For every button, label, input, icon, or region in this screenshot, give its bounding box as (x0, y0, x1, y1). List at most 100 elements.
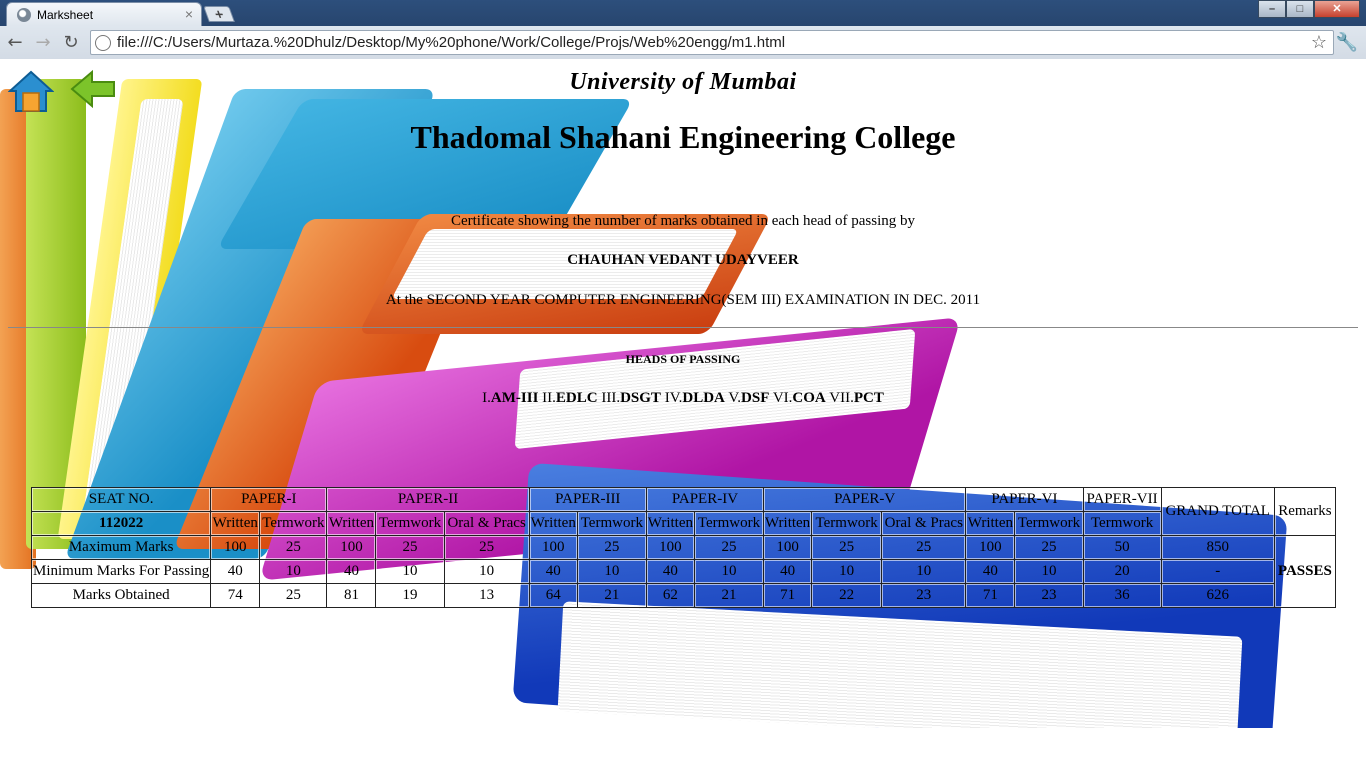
table-cell: 71 (763, 583, 813, 608)
seat-label: SEAT NO. (30, 487, 212, 512)
head-name: EDLC (555, 390, 598, 406)
table-cell: 74 (210, 583, 261, 608)
head-number: IV. (664, 390, 683, 406)
table-cell: 81 (326, 583, 377, 608)
head-number: VI. (772, 390, 793, 406)
table-cell: 10 (443, 559, 530, 584)
exam-line: At the SECOND YEAR COMPUTER ENGINEERING(… (385, 292, 981, 308)
heads-of-passing-list: I.AM-III II.EDLC III.DSGT IV.DLDA V.DSF … (0, 390, 1366, 407)
college-name: Thadomal Shahani Engineering College (410, 119, 956, 155)
subheader-cell: Written (763, 511, 813, 536)
table-cell: 25 (1014, 535, 1084, 560)
plus-icon: + (211, 6, 227, 22)
table-cell: 40 (763, 559, 813, 584)
window-controls: – □ ✕ (1258, 0, 1360, 18)
table-cell: 19 (375, 583, 445, 608)
table-cell: 40 (210, 559, 261, 584)
close-window-button[interactable]: ✕ (1314, 0, 1360, 18)
subheader-cell: Written (210, 511, 261, 536)
subheader-cell: Written (326, 511, 377, 536)
page-viewport: University of Mumbai Thadomal Shahani En… (0, 59, 1366, 728)
table-cell: 10 (576, 559, 647, 584)
table-cell: 20 (1082, 559, 1162, 584)
total-cell: - (1160, 559, 1275, 584)
maximize-button[interactable]: □ (1286, 0, 1314, 18)
table-cell: 40 (326, 559, 377, 584)
subheader-cell: Termwork (1014, 511, 1084, 536)
paper-header: PAPER-IV (645, 487, 765, 512)
table-cell: 10 (375, 559, 445, 584)
table-cell: 40 (528, 559, 578, 584)
paper-header: PAPER-VII (1082, 487, 1162, 512)
table-cell: 40 (645, 559, 695, 584)
row-label: Maximum Marks (30, 535, 212, 560)
subheader-cell: Written (528, 511, 578, 536)
table-cell: 50 (1082, 535, 1162, 560)
bookmark-star-icon[interactable]: ☆ (1311, 32, 1327, 53)
table-subheader-row: 112022 Written Termwork Written Termwork… (30, 511, 1336, 536)
table-cell: 25 (375, 535, 445, 560)
paper-header: PAPER-II (326, 487, 530, 512)
subheader-cell: Termwork (693, 511, 765, 536)
total-cell: 850 (1160, 535, 1275, 560)
table-cell: 100 (528, 535, 578, 560)
table-cell: 25 (881, 535, 967, 560)
student-name: CHAUHAN VEDANT UDAYVEER (567, 252, 799, 268)
head-name: DSF (741, 390, 770, 406)
table-cell: 25 (576, 535, 647, 560)
tab-title: Marksheet (37, 8, 94, 22)
result-remark: PASSES (1273, 535, 1337, 608)
table-cell: 64 (528, 583, 578, 608)
url-text[interactable]: file:///C:/Users/Murtaza.%20Dhulz/Deskto… (117, 34, 785, 51)
back-button[interactable]: ← (4, 32, 26, 54)
title-bar: Marksheet × + – □ ✕ (0, 0, 1366, 26)
table-cell: 71 (965, 583, 1016, 608)
head-number: I. (482, 390, 491, 406)
head-number: VII. (829, 390, 854, 406)
table-cell: 13 (443, 583, 530, 608)
tab-close-icon[interactable]: × (185, 6, 193, 22)
head-number: V. (728, 390, 742, 406)
wrench-menu-icon[interactable]: 🔧 (1336, 32, 1358, 53)
page-favicon-icon (17, 8, 31, 22)
table-cell: 40 (965, 559, 1016, 584)
table-cell: 10 (1014, 559, 1084, 584)
subheader-cell: Written (965, 511, 1016, 536)
table-cell: 25 (259, 535, 328, 560)
subheader-cell: Oral & Pracs (881, 511, 967, 536)
browser-tab[interactable]: Marksheet × (6, 2, 202, 26)
table-cell: 23 (881, 583, 967, 608)
paper-header: PAPER-V (763, 487, 967, 512)
new-tab-button[interactable]: + (203, 6, 235, 22)
head-name: COA (792, 390, 826, 406)
total-cell: 626 (1160, 583, 1275, 608)
university-name: University of Mumbai (569, 69, 797, 95)
subheader-cell: Termwork (259, 511, 328, 536)
minimize-button[interactable]: – (1258, 0, 1286, 18)
head-name: PCT (853, 390, 884, 406)
grand-total-header: GRAND TOTAL (1160, 487, 1275, 536)
table-cell: 25 (259, 583, 328, 608)
marks-table: SEAT NO. PAPER-I PAPER-II PAPER-III PAPE… (30, 487, 1337, 608)
subheader-cell: Termwork (811, 511, 883, 536)
table-cell: 21 (693, 583, 765, 608)
table-cell: 22 (811, 583, 883, 608)
remarks-header: Remarks (1273, 487, 1337, 536)
row-label: Marks Obtained (30, 583, 212, 608)
head-name: DSGT (620, 390, 661, 406)
browser-toolbar: ← → ↻ file:///C:/Users/Murtaza.%20Dhulz/… (0, 26, 1366, 59)
browser-chrome: Marksheet × + – □ ✕ ← → ↻ file:///C:/Use… (0, 0, 1366, 59)
forward-button[interactable]: → (32, 32, 54, 54)
table-cell: 10 (259, 559, 328, 584)
table-cell: 10 (811, 559, 883, 584)
reload-button[interactable]: ↻ (60, 32, 82, 54)
paper-header: PAPER-I (210, 487, 328, 512)
address-bar[interactable]: file:///C:/Users/Murtaza.%20Dhulz/Deskto… (90, 30, 1334, 55)
table-cell: 10 (881, 559, 967, 584)
head-number: III. (601, 390, 621, 406)
table-row: Marks Obtained 74 25 81 19 13 64 21 62 2… (30, 583, 1336, 608)
subheader-cell: Oral & Pracs (443, 511, 530, 536)
head-name: AM-III (490, 390, 539, 406)
table-row: Maximum Marks 100 25 100 25 25 100 25 10… (30, 535, 1337, 608)
head-name: DLDA (682, 390, 725, 406)
